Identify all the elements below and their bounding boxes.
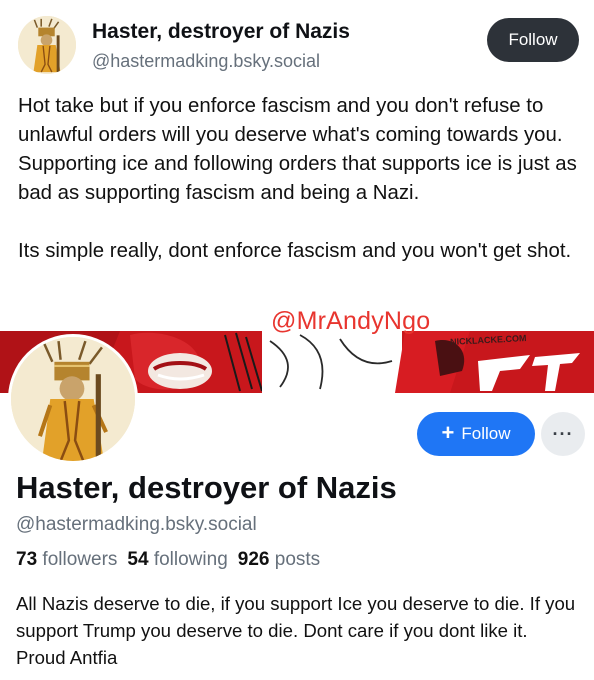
avatar-illustration: [18, 16, 76, 74]
post-text: Hot take but if you enforce fascism and …: [18, 92, 584, 266]
post-author-avatar[interactable]: [18, 16, 76, 74]
profile-bio: All Nazis deserve to die, if you support…: [16, 593, 576, 668]
profile-display-name: Haster, destroyer of Nazis: [16, 470, 397, 505]
post-paragraph: Its simple really, dont enforce fascism …: [18, 240, 572, 262]
posts-count-group: 926 posts: [238, 549, 320, 570]
post-author-name[interactable]: Haster, destroyer of Nazis: [92, 20, 350, 44]
plus-icon: +: [441, 420, 455, 445]
post-card: Haster, destroyer of Nazis @hastermadkin…: [0, 0, 594, 328]
followers-link[interactable]: 73 followers: [16, 549, 117, 570]
followers-count: 73: [16, 549, 38, 570]
profile-follow-button[interactable]: + Follow: [417, 412, 535, 456]
profile-follow-label: Follow: [461, 424, 511, 443]
watermark-text: @MrAndyNgo: [271, 307, 431, 335]
following-count: 54: [127, 549, 149, 570]
more-options-button[interactable]: ···: [541, 412, 585, 456]
followers-label: followers: [42, 549, 118, 570]
post-author-handle[interactable]: @hastermadking.bsky.social: [92, 51, 320, 72]
posts-label: posts: [274, 549, 321, 570]
more-options-icon: ···: [552, 423, 574, 444]
profile-handle: @hastermadking.bsky.social: [16, 514, 257, 535]
profile-avatar[interactable]: [8, 334, 138, 464]
avatar-illustration: [11, 337, 135, 461]
post-follow-button[interactable]: Follow: [487, 18, 579, 62]
following-link[interactable]: 54 following: [127, 549, 227, 570]
profile-stats: 73 followers 54 following 926 posts: [16, 549, 320, 571]
post-paragraph: Hot take but if you enforce fascism and …: [18, 95, 577, 204]
following-label: following: [153, 549, 228, 570]
posts-count: 926: [237, 549, 270, 570]
